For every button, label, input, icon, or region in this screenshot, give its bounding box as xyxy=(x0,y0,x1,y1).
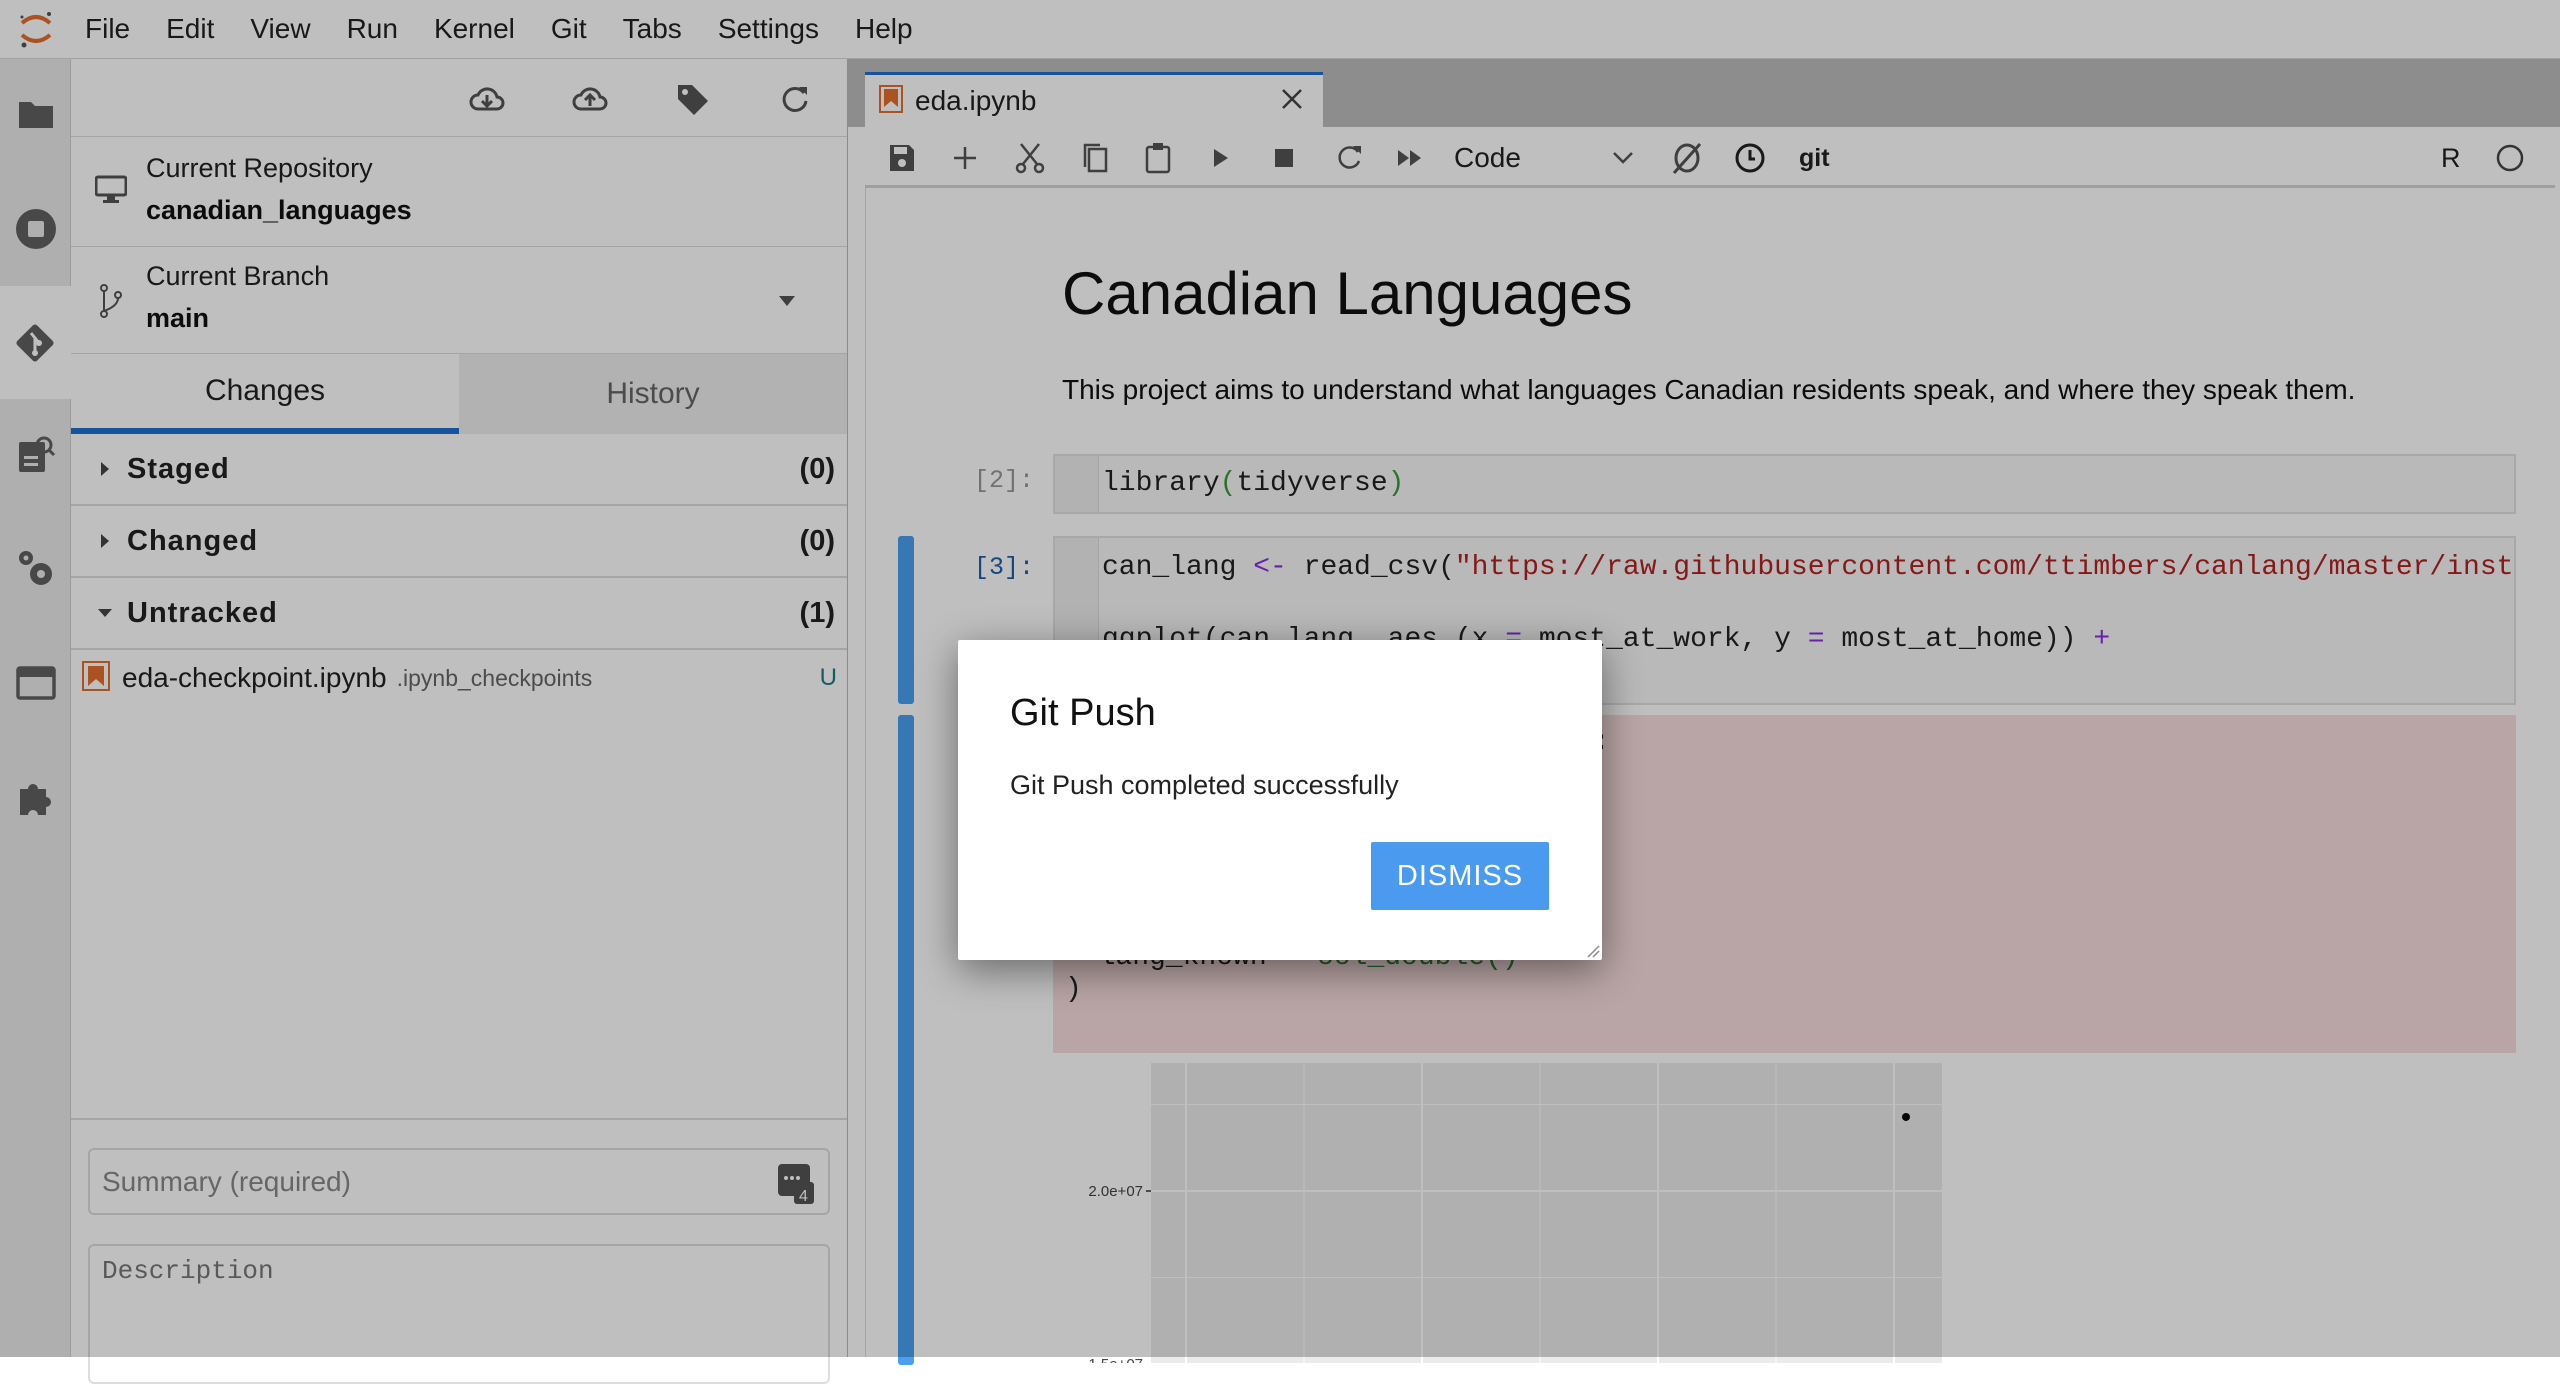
y-tick-label: 1.5e+07 xyxy=(1088,1356,1143,1363)
git-push-dialog: Git Push Git Push completed successfully… xyxy=(958,640,1602,960)
dialog-message: Git Push completed successfully xyxy=(1010,770,1399,800)
dismiss-button[interactable]: DISMISS xyxy=(1371,842,1549,910)
resize-grip-icon[interactable] xyxy=(1586,944,1600,958)
dialog-title: Git Push xyxy=(1010,692,1156,734)
